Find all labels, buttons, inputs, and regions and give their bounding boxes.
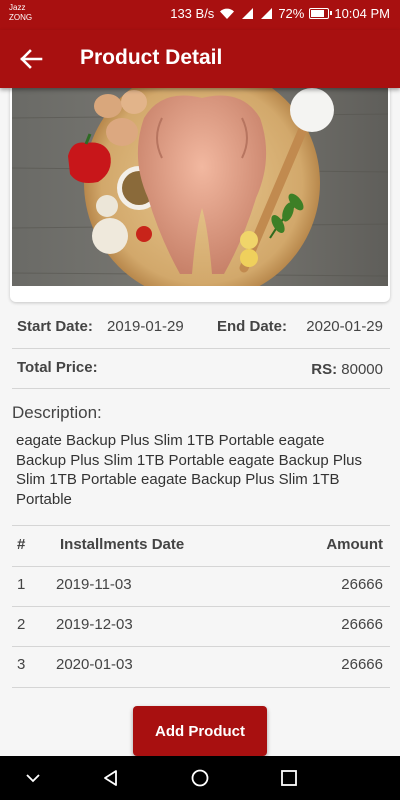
home-circle-icon bbox=[191, 769, 209, 787]
description-title: Description: bbox=[12, 403, 102, 422]
end-date-value: 2020-01-29 bbox=[306, 318, 383, 335]
divider bbox=[12, 566, 390, 567]
installment-date: 2020-01-03 bbox=[56, 656, 133, 673]
total-price-value: RS: 80000 bbox=[311, 361, 383, 378]
divider bbox=[12, 687, 390, 688]
clock: 10:04 PM bbox=[334, 6, 390, 21]
price-amount: 80000 bbox=[341, 361, 383, 378]
status-bar: Jazz ZONG 133 B/s 72% 10:04 PM bbox=[0, 0, 400, 30]
divider bbox=[12, 525, 390, 526]
start-date-value: 2019-01-29 bbox=[107, 318, 184, 335]
divider bbox=[12, 606, 390, 607]
network-speed: 133 B/s bbox=[170, 6, 215, 21]
product-image bbox=[12, 88, 388, 286]
arrow-left-icon bbox=[20, 49, 43, 69]
carrier-label: Jazz ZONG bbox=[9, 3, 33, 22]
start-date-label: Start Date: bbox=[17, 318, 93, 335]
column-header-date: Installments Date bbox=[60, 536, 185, 553]
divider bbox=[12, 348, 390, 349]
installment-amount: 26666 bbox=[341, 616, 383, 633]
description-text: eagate Backup Plus Slim 1TB Portable eag… bbox=[16, 432, 363, 508]
signal-icon bbox=[242, 8, 254, 19]
installment-date: 2019-11-03 bbox=[56, 576, 132, 593]
page-title: Product Detail bbox=[80, 46, 223, 69]
nav-back-button[interactable] bbox=[100, 767, 122, 789]
nav-hide-button[interactable] bbox=[22, 767, 44, 789]
product-detail-content[interactable]: Start Date: 2019-01-29 End Date: 2020-01… bbox=[0, 88, 400, 756]
signal-icon bbox=[261, 8, 273, 19]
total-price-label: Total Price: bbox=[17, 359, 98, 376]
installment-amount: 26666 bbox=[341, 576, 383, 593]
recents-square-icon bbox=[281, 770, 297, 786]
installment-amount: 26666 bbox=[341, 656, 383, 673]
currency-label: RS: bbox=[311, 361, 338, 378]
chevron-down-icon bbox=[26, 774, 40, 783]
installment-number: 3 bbox=[17, 656, 26, 673]
back-triangle-icon bbox=[104, 770, 117, 786]
battery-icon bbox=[309, 8, 333, 19]
add-product-button[interactable]: Add Product bbox=[133, 706, 267, 756]
divider bbox=[12, 646, 390, 647]
nav-recents-button[interactable] bbox=[278, 767, 300, 789]
installment-number: 1 bbox=[17, 576, 26, 593]
end-date-label: End Date: bbox=[217, 318, 288, 335]
column-header-amount: Amount bbox=[326, 536, 383, 553]
back-button[interactable] bbox=[18, 46, 46, 72]
nav-home-button[interactable] bbox=[189, 767, 211, 789]
divider bbox=[12, 388, 390, 389]
system-nav-bar bbox=[0, 756, 400, 800]
product-image-card bbox=[10, 88, 390, 302]
column-header-number: # bbox=[17, 536, 26, 553]
battery-percent: 72% bbox=[278, 6, 305, 21]
installment-date: 2019-12-03 bbox=[56, 616, 133, 633]
wifi-icon bbox=[220, 8, 235, 19]
installment-number: 2 bbox=[17, 616, 26, 633]
app-bar: Product Detail bbox=[0, 30, 400, 88]
